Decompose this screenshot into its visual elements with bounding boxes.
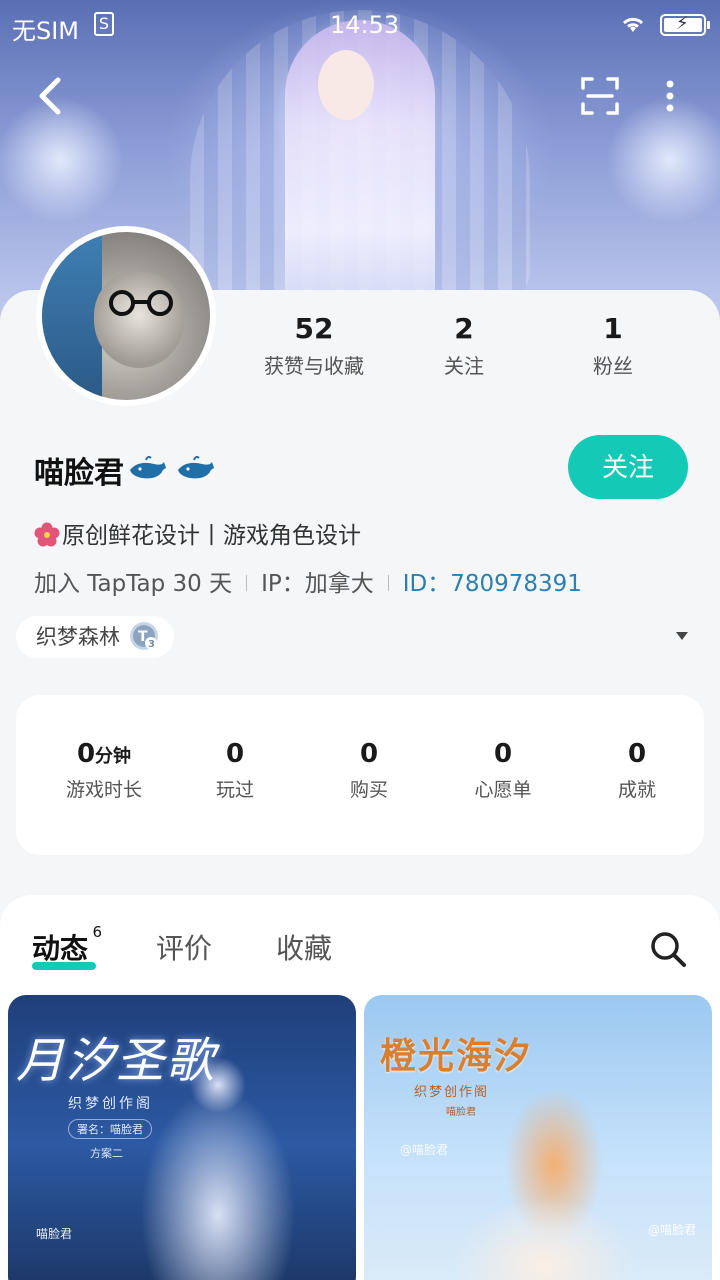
stat-following[interactable]: 2 关注 bbox=[384, 312, 544, 379]
post-credit: 喵脸君 bbox=[446, 1107, 476, 1118]
divider bbox=[387, 575, 389, 591]
bio: 原创鲜花设计丨游戏角色设计 bbox=[34, 516, 361, 550]
game-stat-label: 成就 bbox=[617, 779, 656, 801]
flower-icon bbox=[34, 522, 60, 547]
tab-favorites[interactable]: 收藏 bbox=[276, 927, 332, 967]
game-stat-label: 游戏时长 bbox=[65, 779, 142, 801]
stat-value: 52 bbox=[294, 312, 334, 345]
post-watermark: 喵脸君 bbox=[36, 1227, 73, 1241]
game-stat-achievements[interactable]: 0 成就 bbox=[567, 739, 707, 802]
chevron-down-icon[interactable] bbox=[674, 630, 690, 642]
post-card[interactable]: 橙光海汐 织梦创作阁 喵脸君 @喵脸君 @喵脸君 bbox=[364, 995, 712, 1280]
post-watermark: @喵脸君 bbox=[648, 1223, 697, 1237]
stat-likes[interactable]: 52 获赞与收藏 bbox=[234, 312, 394, 379]
glasses-icon bbox=[109, 290, 173, 316]
avatar[interactable] bbox=[36, 226, 216, 406]
game-stat-playtime[interactable]: 0分钟 游戏时长 bbox=[34, 739, 174, 802]
game-stat-value: 0 bbox=[627, 739, 647, 769]
game-stat-value: 0 bbox=[359, 739, 379, 769]
battery-icon: ⚡ bbox=[660, 13, 710, 36]
user-id[interactable]: ID：780978391 bbox=[403, 571, 582, 597]
stat-label: 关注 bbox=[444, 354, 484, 378]
stat-label: 获赞与收藏 bbox=[264, 354, 364, 378]
scan-icon[interactable] bbox=[580, 76, 620, 116]
more-icon[interactable] bbox=[660, 76, 680, 116]
banner-character-face bbox=[318, 50, 374, 120]
divider bbox=[246, 575, 248, 591]
svg-text:3: 3 bbox=[148, 639, 155, 650]
ip-location: IP：加拿大 bbox=[261, 571, 374, 597]
back-icon[interactable] bbox=[30, 74, 70, 118]
carrier-label: 无SIM bbox=[12, 17, 80, 45]
profile-meta: 加入 TapTap 30 天 IP：加拿大 ID：780978391 bbox=[34, 564, 582, 598]
tab-label: 评价 bbox=[156, 932, 213, 965]
level-badge-icon: T 3 bbox=[130, 622, 158, 650]
tab-posts[interactable]: 动态 6 bbox=[32, 923, 102, 967]
game-stat-purchased[interactable]: 0 购买 bbox=[299, 739, 439, 802]
post-watermark: @喵脸君 bbox=[400, 1143, 449, 1157]
bio-text: 原创鲜花设计丨游戏角色设计 bbox=[62, 523, 361, 549]
whale-icon bbox=[178, 455, 214, 479]
content-feed: 动态 6 评价 收藏 月汐圣歌 织梦创作阁 署名：喵脸君 方案二 喵脸君 橙光海… bbox=[0, 895, 720, 1280]
whale-icon bbox=[130, 455, 166, 479]
game-stats-card: 0分钟 游戏时长 0 玩过 0 购买 0 心愿单 0 成就 bbox=[16, 695, 704, 855]
post-note: 方案二 bbox=[90, 1147, 123, 1160]
post-title: 月汐圣歌 bbox=[16, 1033, 217, 1089]
search-icon[interactable] bbox=[648, 929, 688, 969]
game-stat-value: 0分钟 bbox=[76, 739, 132, 769]
game-stat-label: 玩过 bbox=[215, 779, 254, 801]
post-subtitle: 织梦创作阁 bbox=[68, 1096, 153, 1112]
stat-label: 粉丝 bbox=[593, 354, 633, 378]
guild-chip[interactable]: 织梦森林 T 3 bbox=[16, 616, 174, 658]
clock: 14:53 bbox=[330, 11, 400, 39]
stat-followers[interactable]: 1 粉丝 bbox=[533, 312, 693, 379]
game-stat-label: 心愿单 bbox=[474, 779, 532, 801]
post-card[interactable]: 月汐圣歌 织梦创作阁 署名：喵脸君 方案二 喵脸君 bbox=[8, 995, 356, 1280]
active-tab-indicator bbox=[32, 962, 96, 970]
tab-count-badge: 6 bbox=[92, 923, 103, 941]
username: 喵脸君 bbox=[34, 456, 124, 491]
tab-reviews[interactable]: 评价 bbox=[156, 927, 212, 967]
game-stat-played[interactable]: 0 玩过 bbox=[165, 739, 305, 802]
sim-icon: S bbox=[94, 12, 114, 36]
post-credit: 署名：喵脸君 bbox=[68, 1119, 152, 1139]
game-stat-value: 0 bbox=[225, 739, 245, 769]
game-stat-wishlist[interactable]: 0 心愿单 bbox=[433, 739, 573, 802]
stat-value: 1 bbox=[603, 312, 623, 345]
status-bar: 无SIM S 14:53 ⚡ bbox=[0, 0, 720, 50]
post-title: 橙光海汐 bbox=[380, 1035, 533, 1077]
tab-label: 收藏 bbox=[276, 932, 333, 965]
follow-button[interactable]: 关注 bbox=[568, 435, 688, 499]
wifi-icon bbox=[622, 17, 644, 32]
avatar-image bbox=[42, 232, 210, 400]
tab-label: 动态 bbox=[32, 932, 89, 965]
game-stat-value: 0 bbox=[493, 739, 513, 769]
guild-name: 织梦森林 bbox=[36, 625, 120, 649]
game-stat-label: 购买 bbox=[349, 779, 388, 801]
join-duration: 加入 TapTap 30 天 bbox=[34, 571, 233, 597]
stat-value: 2 bbox=[454, 312, 474, 345]
whale-badge-icons[interactable] bbox=[128, 452, 218, 484]
post-subtitle: 织梦创作阁 bbox=[414, 1085, 490, 1100]
